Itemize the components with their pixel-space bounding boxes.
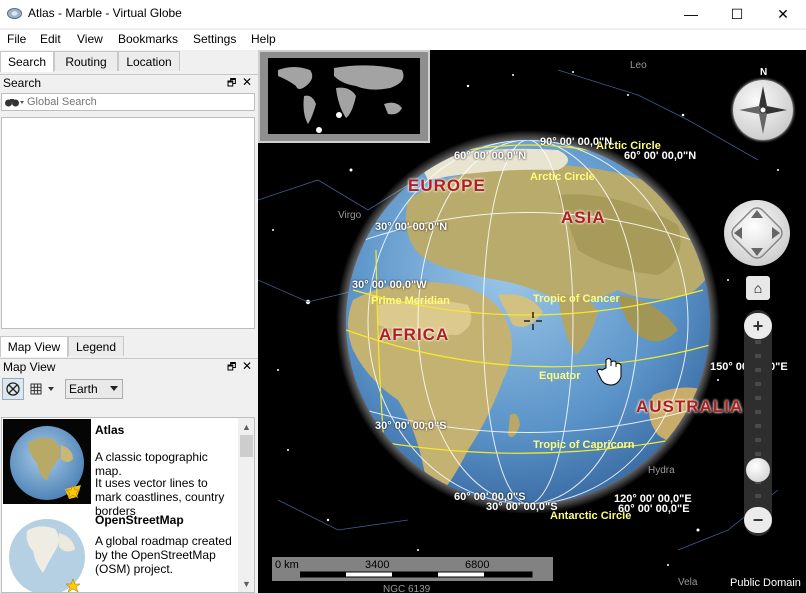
map-theme-name: OpenStreetMap	[95, 513, 184, 527]
grid-label-90n: 90° 00' 00,0"N	[540, 136, 613, 148]
minimize-button[interactable]: —	[668, 0, 714, 28]
search-field[interactable]	[1, 93, 255, 111]
grid-icon	[30, 383, 54, 395]
marble-app-icon	[7, 8, 22, 19]
grid-label-60n-east: 60° 00' 00,0"N	[624, 150, 697, 162]
attribution-label: Public Domain	[730, 577, 801, 589]
globe-map-view[interactable]: Leo Virgo Vela Hydra NGC 6139 EUROPE ASI…	[258, 50, 806, 593]
tropic-of-capricorn-label: Tropic of Capricorn	[533, 439, 635, 451]
binoculars-icon[interactable]	[4, 96, 24, 108]
star-label-hydra: Hydra	[648, 465, 675, 476]
map-theme-name: Atlas	[95, 423, 125, 437]
arctic-circle-label-2: Arctic Circle	[530, 171, 595, 183]
search-dock-header: Search 🗗 ✕	[0, 74, 258, 91]
close-window-button[interactable]: ✕	[760, 0, 806, 28]
continent-label-africa: AFRICA	[379, 325, 450, 344]
theme-list-scrollbar[interactable]: ▲ ▼	[238, 418, 254, 592]
star-label-vela: Vela	[678, 577, 698, 588]
projection-menu-button[interactable]	[27, 378, 59, 400]
grid-label-60e: 60° 00' 00,0"E	[618, 503, 690, 515]
compass-icon	[739, 86, 787, 134]
float-dock-icon[interactable]: 🗗	[227, 360, 236, 377]
compass-rose[interactable]	[733, 80, 793, 140]
maximize-button[interactable]: ☐	[714, 0, 760, 28]
mapview-dock-header: Map View 🗗 ✕	[0, 358, 258, 375]
home-button[interactable]: ⌂	[746, 276, 770, 300]
menu-help[interactable]: Help	[251, 32, 276, 46]
list-item[interactable]: Atlas A classic topographic map. It uses…	[2, 418, 238, 518]
celestial-body-value: Earth	[69, 382, 98, 396]
menu-edit[interactable]: Edit	[40, 32, 61, 46]
list-item[interactable]: OpenStreetMap A global roadmap created b…	[2, 508, 238, 592]
mapview-dock-title: Map View	[3, 360, 56, 374]
marble-window: Atlas - Marble - Virtual Globe — ☐ ✕ Fil…	[0, 0, 806, 593]
tab-legend[interactable]: Legend	[68, 336, 124, 356]
tab-location[interactable]: Location	[118, 51, 180, 71]
menu-bookmarks[interactable]: Bookmarks	[118, 32, 178, 46]
tropic-of-cancer-label: Tropic of Cancer	[533, 293, 620, 305]
star-label-ngc: NGC 6139	[383, 584, 431, 593]
tab-search[interactable]: Search	[0, 51, 54, 72]
grid-label-30n: 30° 00' 00,0"N	[375, 221, 448, 233]
menu-settings[interactable]: Settings	[193, 32, 236, 46]
scroll-down-icon[interactable]: ▼	[238, 575, 254, 592]
search-input[interactable]	[27, 95, 252, 109]
scale-label-mid: 3400	[365, 559, 390, 571]
search-dock-title: Search	[3, 76, 42, 90]
close-dock-icon[interactable]: ✕	[242, 359, 252, 373]
zoom-ticks	[755, 340, 761, 512]
overview-world-map[interactable]	[258, 50, 430, 143]
star-label-leo: Leo	[630, 60, 647, 71]
continent-label-asia: ASIA	[561, 208, 606, 227]
openstreetmap-thumbnail	[3, 509, 91, 592]
pan-arrows-icon	[731, 207, 783, 259]
mapview-toolbar: Earth	[0, 376, 258, 402]
menu-view[interactable]: View	[77, 32, 103, 46]
grid-label-60n: 60° 00' 00,0"N	[454, 150, 527, 162]
menu-bar: File Edit View Bookmarks Settings Help	[0, 30, 806, 50]
globe-icon	[6, 382, 20, 396]
scale-label-zero: 0 km	[275, 559, 299, 571]
chevron-down-icon	[110, 386, 118, 391]
menu-file[interactable]: File	[7, 32, 26, 46]
map-theme-list[interactable]: Atlas A classic topographic map. It uses…	[1, 417, 255, 593]
close-dock-icon[interactable]: ✕	[242, 75, 252, 89]
scroll-thumb[interactable]	[240, 435, 253, 457]
scale-bar: 0 km 3400 6800	[272, 557, 553, 581]
globe-projection-button[interactable]	[2, 378, 24, 400]
navigation-pad[interactable]	[724, 200, 790, 266]
grid-label-30w: 30° 00' 00,0"W	[352, 279, 427, 291]
tab-routing[interactable]: Routing	[54, 51, 118, 71]
search-results-list[interactable]	[1, 117, 255, 329]
scale-label-max: 6800	[465, 559, 490, 571]
map-theme-description: A classic topographic map.	[95, 450, 208, 478]
zoom-out-button[interactable]: −	[744, 507, 772, 533]
prime-meridian-label: Prime Meridian	[371, 295, 450, 307]
tab-map-view[interactable]: Map View	[0, 336, 68, 357]
zoom-slider-track[interactable]	[744, 310, 772, 536]
scroll-up-icon[interactable]: ▲	[238, 418, 254, 435]
atlas-thumbnail	[3, 419, 91, 504]
window-title: Atlas - Marble - Virtual Globe	[28, 6, 182, 20]
zoom-in-button[interactable]: +	[744, 313, 772, 339]
title-bar: Atlas - Marble - Virtual Globe — ☐ ✕	[0, 0, 806, 28]
float-dock-icon[interactable]: 🗗	[227, 76, 236, 93]
map-theme-description: A global roadmap created by the OpenStre…	[95, 534, 232, 576]
celestial-body-select[interactable]: Earth	[65, 379, 123, 399]
equator-label: Equator	[539, 370, 581, 382]
continent-label-europe: EUROPE	[408, 176, 486, 195]
zoom-slider-thumb[interactable]	[746, 458, 770, 482]
scale-ruler	[300, 571, 533, 578]
compass-north-label: N	[760, 67, 768, 78]
grid-label-30s-lower: 30° 00' 00,0"S	[486, 501, 558, 513]
star-label-virgo: Virgo	[338, 210, 362, 221]
left-panel: Search Routing Location Search 🗗 ✕ Map V…	[0, 50, 258, 593]
continent-label-australia: AUSTRALIA	[636, 397, 744, 416]
grid-label-30s: 30° 00' 00,0"S	[375, 420, 447, 432]
